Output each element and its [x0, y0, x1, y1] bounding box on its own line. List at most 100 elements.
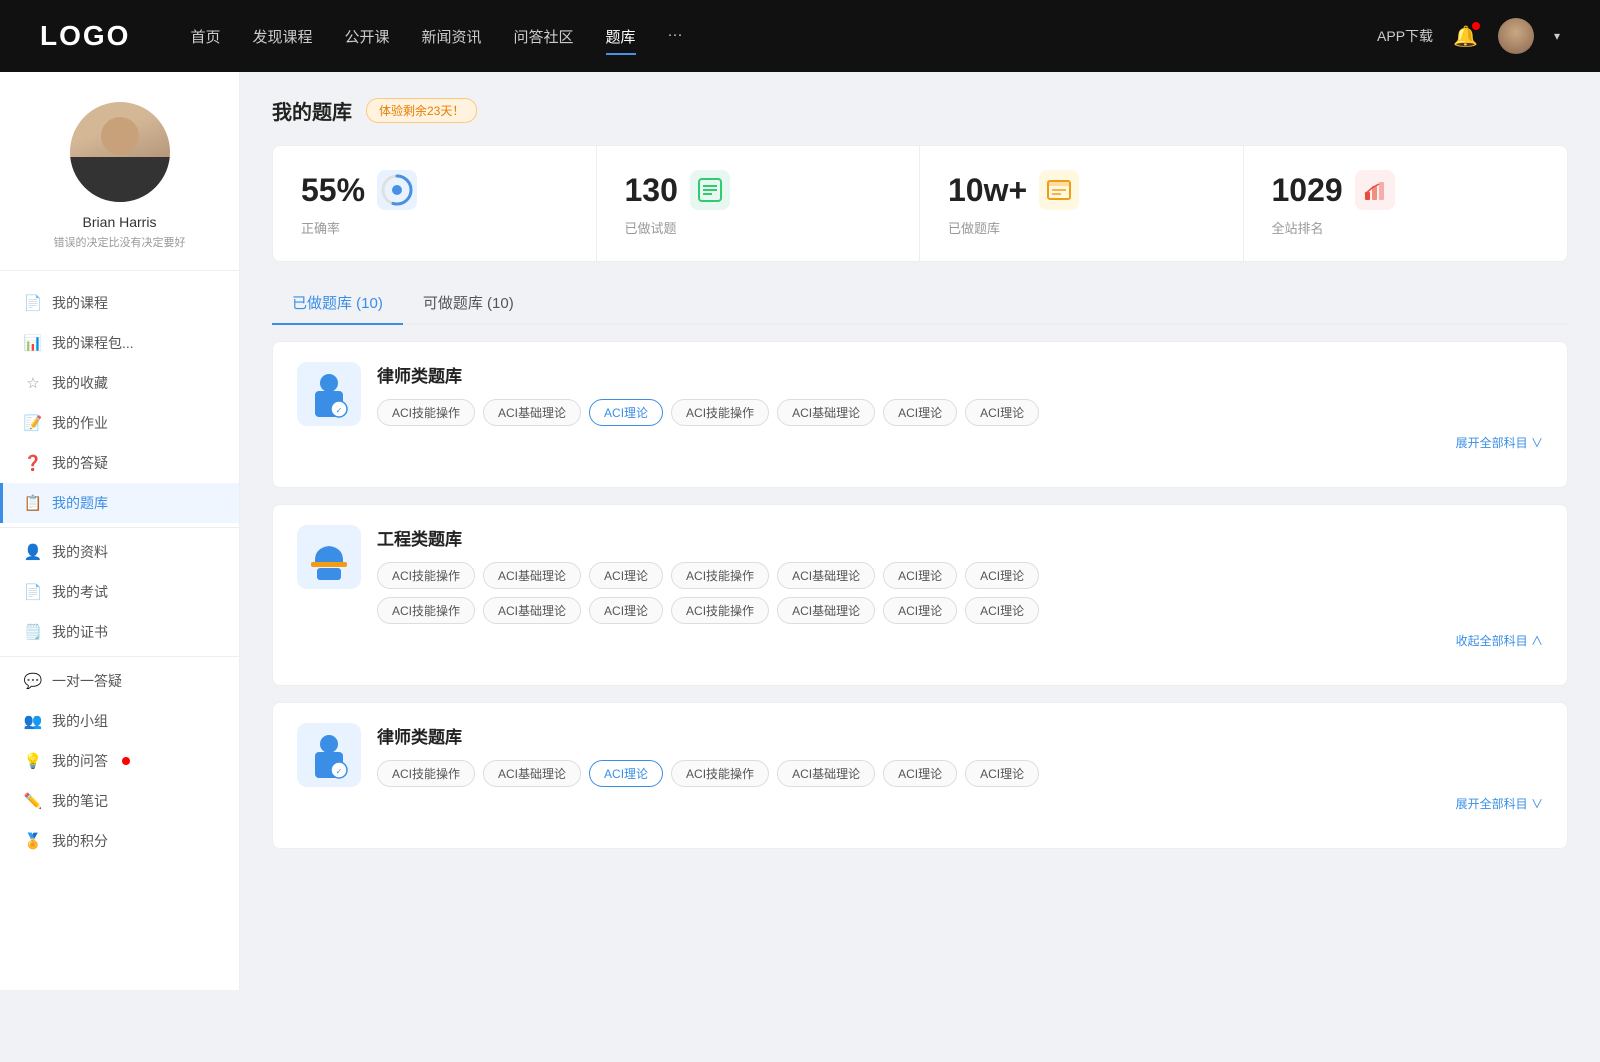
stat-done-banks-label: 已做题库 [948, 218, 1215, 237]
app-download-button[interactable]: APP下载 [1377, 26, 1433, 46]
tag-1-3[interactable]: ACI技能操作 [671, 399, 769, 426]
rank-icon [1355, 170, 1395, 210]
tab-available[interactable]: 可做题库 (10) [403, 282, 534, 323]
collapse-link-2[interactable]: 收起全部科目 ∧ [377, 632, 1543, 649]
sidebar-item-my-package[interactable]: 📊 我的课程包... [0, 323, 239, 363]
sidebar-item-my-data[interactable]: 👤 我的资料 [0, 532, 239, 572]
data-icon: 👤 [24, 543, 42, 561]
sidebar-item-my-answer[interactable]: 💡 我的问答 [0, 741, 239, 781]
sidebar-separator-2 [0, 656, 239, 657]
profile-name: Brian Harris [20, 214, 219, 230]
svg-text:✓: ✓ [336, 406, 343, 415]
sidebar-item-one-to-one[interactable]: 💬 一对一答疑 [0, 661, 239, 701]
nav-open[interactable]: 公开课 [344, 22, 389, 51]
tab-done[interactable]: 已做题库 (10) [272, 282, 403, 323]
page-wrapper: Brian Harris 错误的决定比没有决定要好 📄 我的课程 📊 我的课程包… [0, 72, 1600, 990]
stat-done-banks: 10w+ 已做题库 [920, 146, 1244, 261]
user-dropdown-icon[interactable]: ▾ [1554, 29, 1560, 43]
tag-2-13[interactable]: ACI理论 [965, 597, 1039, 624]
sidebar-label-my-group: 我的小组 [52, 711, 108, 731]
tag-2-6[interactable]: ACI理论 [965, 562, 1039, 589]
qbank-tags-2-row1: ACI技能操作 ACI基础理论 ACI理论 ACI技能操作 ACI基础理论 AC… [377, 562, 1543, 589]
tag-1-0[interactable]: ACI技能操作 [377, 399, 475, 426]
tag-1-2[interactable]: ACI理论 [589, 399, 663, 426]
tag-2-2[interactable]: ACI理论 [589, 562, 663, 589]
avatar[interactable] [1498, 18, 1534, 54]
tag-3-3[interactable]: ACI技能操作 [671, 760, 769, 787]
qbank-header-1: ✓ 律师类题库 ACI技能操作 ACI基础理论 ACI理论 ACI技能操作 AC… [297, 362, 1543, 451]
tag-3-4[interactable]: ACI基础理论 [777, 760, 875, 787]
tag-1-5[interactable]: ACI理论 [883, 399, 957, 426]
stat-done-banks-value: 10w+ [948, 172, 1027, 209]
tag-2-12[interactable]: ACI理论 [883, 597, 957, 624]
tag-3-0[interactable]: ACI技能操作 [377, 760, 475, 787]
answer-badge [122, 757, 130, 765]
qbank-card-1: ✓ 律师类题库 ACI技能操作 ACI基础理论 ACI理论 ACI技能操作 AC… [272, 341, 1568, 488]
sidebar-label-my-package: 我的课程包... [52, 333, 134, 353]
tag-3-2[interactable]: ACI理论 [589, 760, 663, 787]
qbank-tags-2-row2: ACI技能操作 ACI基础理论 ACI理论 ACI技能操作 ACI基础理论 AC… [377, 597, 1543, 624]
sidebar-item-my-exam[interactable]: 📄 我的考试 [0, 572, 239, 612]
tag-3-1[interactable]: ACI基础理论 [483, 760, 581, 787]
sidebar-item-my-points[interactable]: 🏅 我的积分 [0, 821, 239, 861]
tag-2-10[interactable]: ACI技能操作 [671, 597, 769, 624]
stat-done-questions-top: 130 [625, 170, 892, 210]
collect-icon: ☆ [24, 374, 42, 392]
tag-1-6[interactable]: ACI理论 [965, 399, 1039, 426]
nav-qa[interactable]: 问答社区 [514, 22, 574, 51]
qbank-info-2: 工程类题库 ACI技能操作 ACI基础理论 ACI理论 ACI技能操作 ACI基… [377, 525, 1543, 649]
tag-2-3[interactable]: ACI技能操作 [671, 562, 769, 589]
sidebar: Brian Harris 错误的决定比没有决定要好 📄 我的课程 📊 我的课程包… [0, 72, 240, 990]
tag-2-5[interactable]: ACI理论 [883, 562, 957, 589]
qbank-icon-lawyer-3: ✓ [297, 723, 361, 787]
stat-accuracy-top: 55% [301, 170, 568, 210]
main-content: 我的题库 体验剩余23天！ 55% 正确率 [240, 72, 1600, 990]
sidebar-item-my-group[interactable]: 👥 我的小组 [0, 701, 239, 741]
tag-1-1[interactable]: ACI基础理论 [483, 399, 581, 426]
sidebar-label-my-course: 我的课程 [52, 293, 108, 313]
tag-2-0[interactable]: ACI技能操作 [377, 562, 475, 589]
tag-2-9[interactable]: ACI理论 [589, 597, 663, 624]
tag-1-4[interactable]: ACI基础理论 [777, 399, 875, 426]
nav-news[interactable]: 新闻资讯 [422, 22, 482, 51]
course-icon: 📄 [24, 294, 42, 312]
stat-rank-value: 1029 [1272, 172, 1343, 209]
sidebar-item-my-notes[interactable]: ✏️ 我的笔记 [0, 781, 239, 821]
expand-link-3[interactable]: 展开全部科目 ∨ [377, 795, 1543, 812]
sidebar-item-my-homework[interactable]: 📝 我的作业 [0, 403, 239, 443]
tabs-row: 已做题库 (10) 可做题库 (10) [272, 282, 1568, 325]
sidebar-item-my-cert[interactable]: 🗒️ 我的证书 [0, 612, 239, 652]
sidebar-item-my-course[interactable]: 📄 我的课程 [0, 283, 239, 323]
tag-2-1[interactable]: ACI基础理论 [483, 562, 581, 589]
trial-badge: 体验剩余23天！ [366, 98, 477, 123]
sidebar-label-my-cert: 我的证书 [52, 622, 108, 642]
sidebar-item-my-qa[interactable]: ❓ 我的答疑 [0, 443, 239, 483]
stat-done-questions-label: 已做试题 [625, 218, 892, 237]
qbank-title-3: 律师类题库 [377, 723, 1543, 748]
nav-more[interactable]: ··· [668, 22, 683, 51]
package-icon: 📊 [24, 334, 42, 352]
profile-section: Brian Harris 错误的决定比没有决定要好 [0, 102, 239, 271]
tag-3-6[interactable]: ACI理论 [965, 760, 1039, 787]
tag-2-7[interactable]: ACI技能操作 [377, 597, 475, 624]
notification-bell-icon[interactable]: 🔔 [1453, 24, 1478, 49]
tag-3-5[interactable]: ACI理论 [883, 760, 957, 787]
nav-questions[interactable]: 题库 [606, 22, 636, 51]
stat-accuracy-value: 55% [301, 172, 365, 209]
nav-discover[interactable]: 发现课程 [252, 22, 312, 51]
sidebar-separator-1 [0, 527, 239, 528]
tag-2-8[interactable]: ACI基础理论 [483, 597, 581, 624]
qa-icon: ❓ [24, 454, 42, 472]
expand-link-1[interactable]: 展开全部科目 ∨ [377, 434, 1543, 451]
tag-2-11[interactable]: ACI基础理论 [777, 597, 875, 624]
nav-home[interactable]: 首页 [190, 22, 220, 51]
sidebar-item-my-collect[interactable]: ☆ 我的收藏 [0, 363, 239, 403]
profile-avatar [70, 102, 170, 202]
points-icon: 🏅 [24, 832, 42, 850]
tag-2-4[interactable]: ACI基础理论 [777, 562, 875, 589]
qbank-card-2: 工程类题库 ACI技能操作 ACI基础理论 ACI理论 ACI技能操作 ACI基… [272, 504, 1568, 686]
exam-icon: 📄 [24, 583, 42, 601]
homework-icon: 📝 [24, 414, 42, 432]
sidebar-item-my-questions[interactable]: 📋 我的题库 [0, 483, 239, 523]
qbank-header-3: ✓ 律师类题库 ACI技能操作 ACI基础理论 ACI理论 ACI技能操作 AC… [297, 723, 1543, 812]
